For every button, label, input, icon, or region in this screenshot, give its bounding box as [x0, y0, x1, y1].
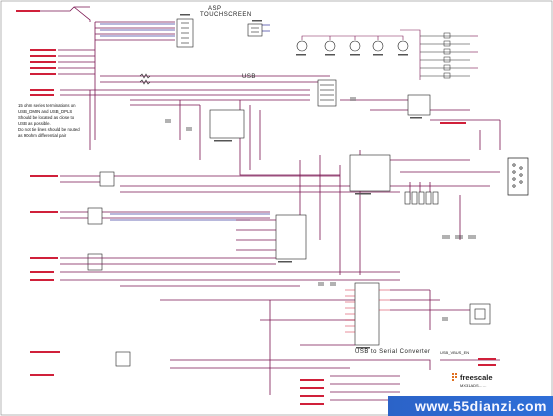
watermark-text: www.55dianzi.com [415, 398, 547, 414]
serial-bus-blue [110, 213, 270, 221]
header-j3 [87, 253, 103, 271]
header-j2 [87, 207, 103, 225]
schematic-drawing [0, 0, 553, 416]
usb-serial-ic [354, 282, 380, 346]
company-name: freescale [460, 373, 493, 382]
sheet-border [0, 0, 553, 416]
level-shifter-ic [275, 214, 307, 260]
doc-name: MX31ADS…… [460, 383, 487, 388]
serial-caps [442, 235, 476, 239]
usb-section-title: USB [242, 74, 256, 80]
usb-b-connector [469, 303, 491, 325]
led-stack [420, 32, 470, 79]
usb-vbus-en-label: USB_VBUS_EN [440, 350, 470, 355]
usb-ic-2 [407, 94, 431, 116]
choke-row [404, 191, 439, 205]
rs232-transceiver-ic [349, 154, 391, 192]
left-net-labels [16, 10, 496, 405]
transistor-wires [301, 35, 404, 40]
usb-resistor-row [139, 73, 151, 85]
usb-phy-ic [209, 109, 245, 139]
header-j4 [115, 351, 131, 367]
header-j1 [99, 171, 115, 187]
led-stack-wires [400, 29, 478, 80]
transistor-row [296, 40, 409, 52]
usb-serial-title: USB to Serial Converter [355, 349, 431, 355]
touchscreen-connector-2 [247, 23, 263, 37]
usb-serial-caps [318, 282, 448, 321]
note-line: as 90ohm differential pair [18, 133, 67, 138]
usb-termination-note: 15 ohm series terminations on USB_DMIN a… [18, 103, 80, 139]
db9-connector [507, 157, 529, 196]
usb-connector [317, 79, 337, 107]
touchscreen-title: TOUCHSCREEN [200, 12, 252, 18]
schematic-sheet: { "sections": { "touchscreen_title_1": "… [0, 0, 553, 416]
touchscreen-connector-1 [176, 18, 194, 48]
mid-bus [60, 219, 400, 395]
